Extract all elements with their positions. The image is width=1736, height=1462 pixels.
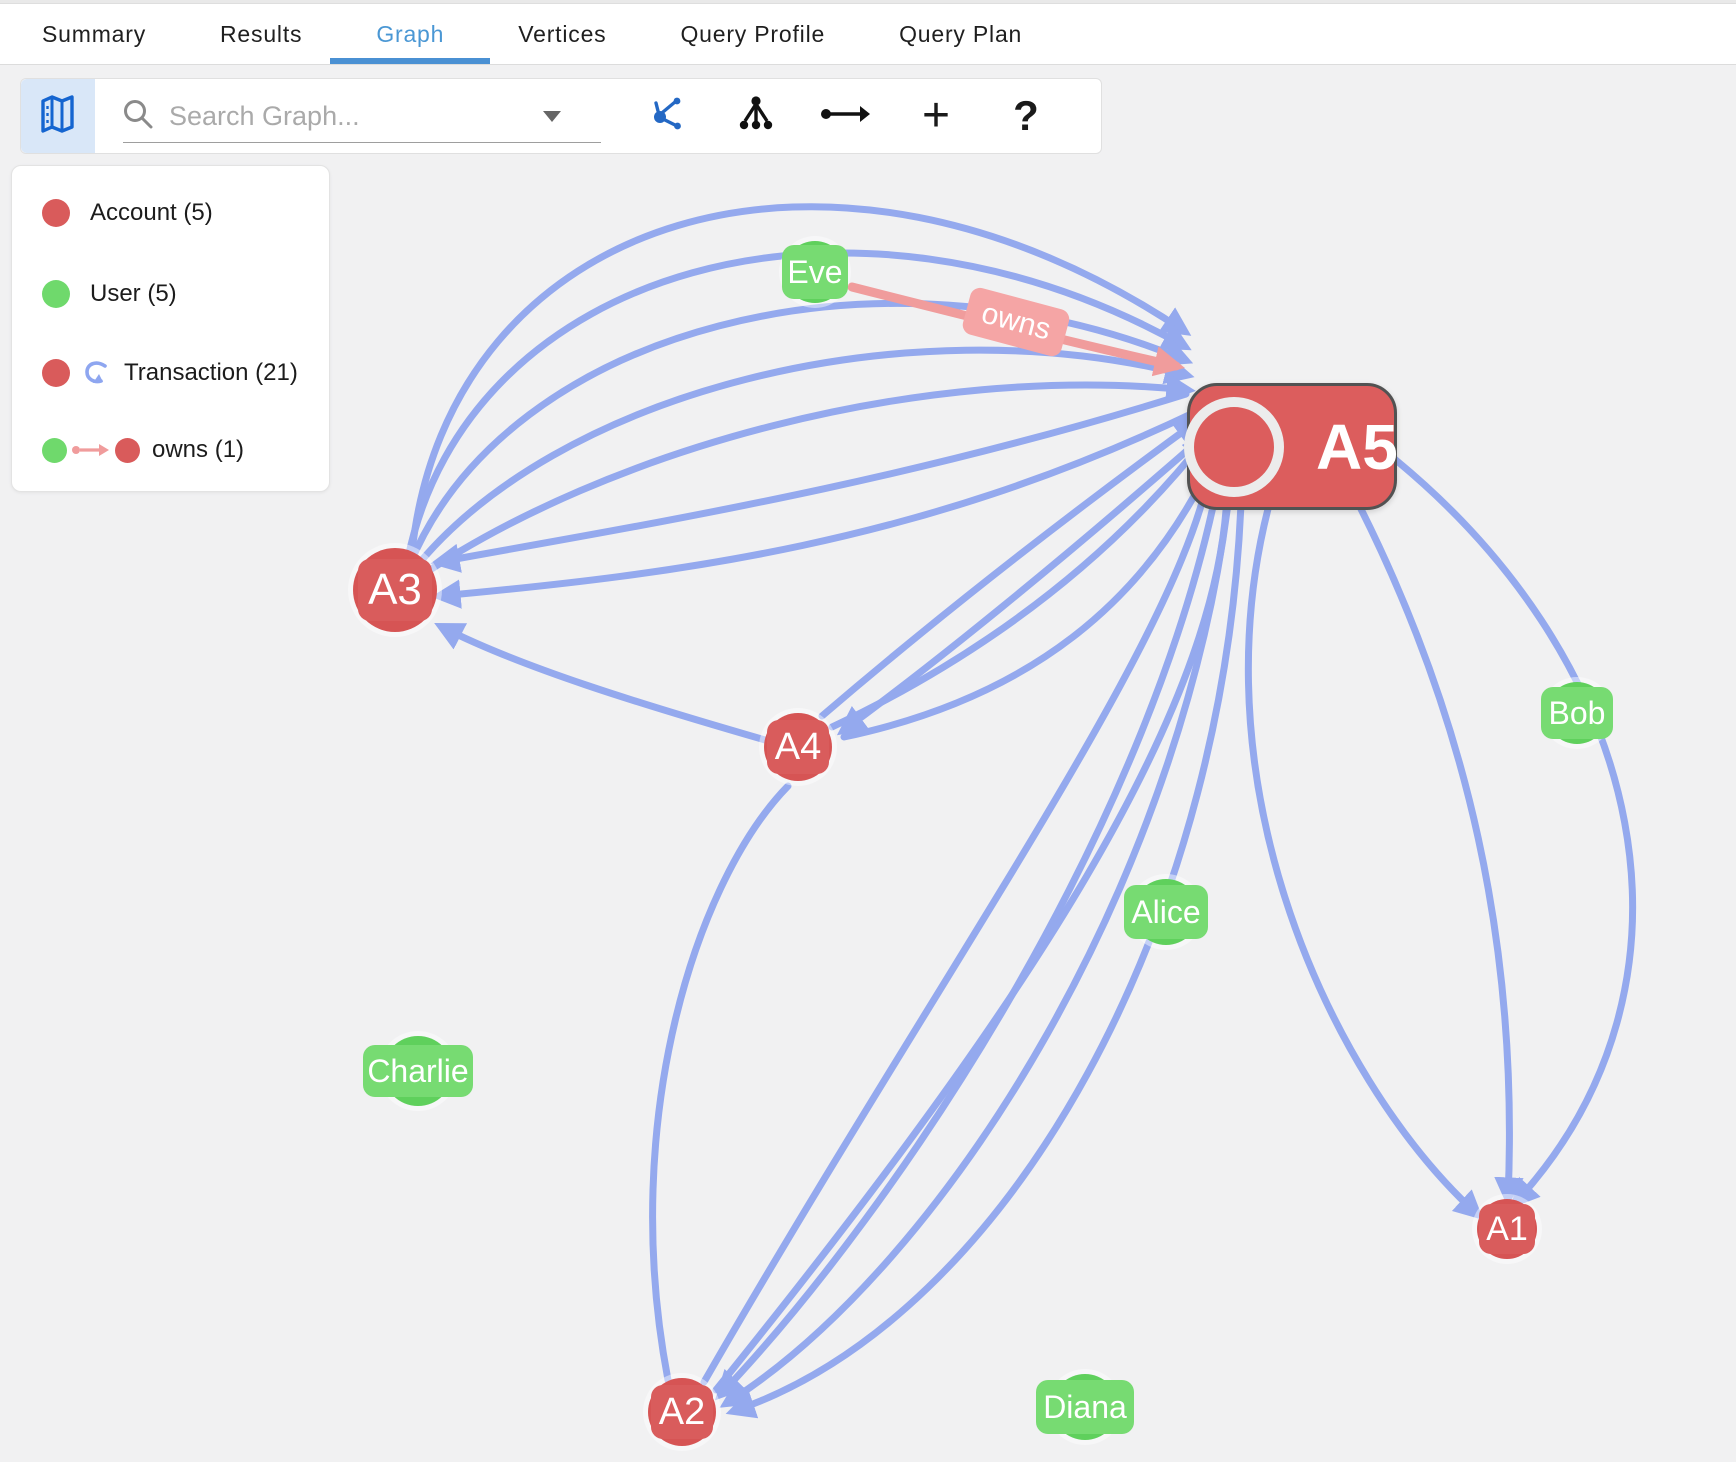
edge-transaction-A4-A3[interactable] <box>442 627 772 742</box>
selected-vertex-ring <box>1184 397 1284 497</box>
node-label: Charlie <box>363 1045 473 1097</box>
legend-label: Account (5) <box>90 199 213 227</box>
graph-search <box>121 79 621 153</box>
node-A1[interactable]: A1 <box>1479 1204 1535 1254</box>
tab-summary[interactable]: Summary <box>36 4 152 64</box>
node-Alice[interactable]: Alice <box>1124 885 1208 939</box>
node-label: Diana <box>1036 1380 1134 1434</box>
node-A3[interactable]: A3 <box>358 559 432 621</box>
node-Diana[interactable]: Diana <box>1036 1380 1134 1434</box>
edge-transaction-A5-A1[interactable] <box>1368 438 1633 1202</box>
node-A5-selected[interactable]: A5 <box>1187 383 1397 510</box>
add-icon: + <box>922 92 950 140</box>
tab-results[interactable]: Results <box>214 4 308 64</box>
edge-transaction-A5-A1[interactable] <box>1248 456 1477 1214</box>
tab-query-plan[interactable]: Query Plan <box>893 4 1028 64</box>
add-button[interactable]: + <box>891 86 981 146</box>
search-underline <box>123 142 601 143</box>
node-label: Bob <box>1541 687 1613 739</box>
legend-item-owns[interactable]: owns (1) <box>42 433 244 467</box>
minimap-button[interactable] <box>21 79 95 153</box>
legend-label: User (5) <box>90 280 177 308</box>
layout-tree-icon <box>735 93 777 140</box>
user-vertex-icon <box>42 438 67 463</box>
layout-force-button[interactable] <box>621 86 711 146</box>
node-label: A4 <box>767 720 829 774</box>
legend-panel: Account (5) User (5) Transaction (21) ow… <box>11 165 330 492</box>
node-label: A5 <box>1316 410 1398 484</box>
tab-query-profile[interactable]: Query Profile <box>674 4 831 64</box>
node-label: Alice <box>1124 885 1208 939</box>
node-Bob[interactable]: Bob <box>1541 687 1613 739</box>
tab-graph[interactable]: Graph <box>370 4 450 64</box>
layout-force-icon <box>646 94 686 139</box>
expand-edge-button[interactable] <box>801 86 891 146</box>
node-label: A1 <box>1479 1204 1535 1254</box>
legend-label: owns (1) <box>152 436 244 464</box>
graph-toolbar: + ? <box>20 78 1102 154</box>
chevron-down-icon[interactable] <box>543 111 561 122</box>
transaction-vertex-icon <box>42 359 70 387</box>
edge-transaction-A5-A4[interactable] <box>844 434 1206 730</box>
self-loop-icon <box>80 358 112 388</box>
node-Eve[interactable]: Eve <box>782 245 848 299</box>
node-A2[interactable]: A2 <box>651 1385 713 1439</box>
node-label: A3 <box>358 559 432 621</box>
legend-item-account[interactable]: Account (5) <box>42 196 213 230</box>
legend-item-transaction[interactable]: Transaction (21) <box>42 356 298 390</box>
tab-vertices[interactable]: Vertices <box>512 4 612 64</box>
legend-label: Transaction (21) <box>124 359 298 387</box>
node-Charlie[interactable]: Charlie <box>363 1045 473 1097</box>
search-input[interactable] <box>169 101 539 132</box>
user-vertex-icon <box>42 280 70 308</box>
help-icon: ? <box>1013 92 1039 140</box>
edge-transaction-A5-A1[interactable] <box>1330 450 1509 1198</box>
layout-tree-button[interactable] <box>711 86 801 146</box>
account-vertex-icon <box>115 438 140 463</box>
account-vertex-icon <box>42 199 70 227</box>
search-icon <box>121 97 155 136</box>
help-button[interactable]: ? <box>981 86 1071 146</box>
node-label: A2 <box>651 1385 713 1439</box>
owns-edge-icon <box>71 440 111 460</box>
tab-bar: Summary Results Graph Vertices Query Pro… <box>0 4 1736 65</box>
node-A4[interactable]: A4 <box>767 720 829 774</box>
node-label: Eve <box>782 245 848 299</box>
edge-transaction-A2-A4[interactable] <box>653 786 788 1380</box>
map-icon <box>36 92 80 141</box>
expand-edge-icon <box>820 99 872 134</box>
legend-item-user[interactable]: User (5) <box>42 277 177 311</box>
